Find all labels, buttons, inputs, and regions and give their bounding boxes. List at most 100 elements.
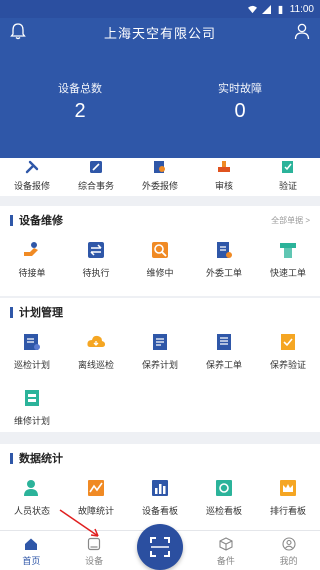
quick-item-review[interactable]: 审核 [192,158,256,196]
nav-spare-parts[interactable]: 备件 [195,531,258,570]
annotation-arrow-icon [59,509,99,537]
nav-profile[interactable]: 我的 [257,531,320,570]
section-header: 设备维修 全部单据 > [0,206,320,234]
section-plan-management: 计划管理 巡检计划 离线巡检 保养计划 保养工单 保养验证 维修计划 [0,298,320,432]
item-inspection-dashboard[interactable]: 巡检看板 [192,472,256,528]
quick-item-equipment-repair[interactable]: 设备报修 [0,158,64,196]
battery-icon [278,5,283,14]
section-equipment-repair: 设备维修 全部单据 > 待接单 待执行 维修中 外委工单 快速工单 [0,206,320,296]
maint-plan-icon [153,334,167,350]
section-header: 计划管理 [0,298,320,326]
clock: 11:00 [289,3,314,15]
profile-icon [282,537,296,551]
section-accent [10,214,13,226]
scan-icon [150,537,170,557]
all-documents-link[interactable]: 全部单据 > [271,215,310,226]
quick-ticket-icon [280,243,296,258]
scan-button[interactable] [137,524,183,570]
item-maintenance-ticket[interactable]: 保养工单 [192,326,256,382]
item-quick-ticket[interactable]: 快速工单 [256,234,320,290]
item-inspection-plan[interactable]: 巡检计划 [0,326,64,382]
quick-item-label: 设备报修 [13,181,50,191]
search-doc-icon [154,161,165,173]
section-title: 数据统计 [19,453,63,465]
item-label: 巡检计划 [13,360,50,370]
item-label: 离线巡检 [77,360,114,370]
section-title: 设备维修 [19,215,63,227]
item-pending-accept[interactable]: 待接单 [0,234,64,290]
stat-value: 0 [234,100,246,122]
outsource-doc-icon [217,242,232,258]
maint-ticket-icon [217,334,231,350]
item-repair-plan[interactable]: 维修计划 [0,382,64,438]
section-title: 计划管理 [19,307,63,319]
item-pending-execute[interactable]: 待执行 [64,234,128,290]
fault-chart-icon [88,480,104,496]
quick-item-label: 审核 [214,181,233,191]
item-outsourced-ticket[interactable]: 外委工单 [192,234,256,290]
nav-label: 备件 [216,556,235,566]
stamp-icon [218,161,230,172]
quick-actions: 设备报修 综合事务 外委报修 审核 验证 [0,158,320,196]
item-equipment-dashboard[interactable]: 设备看板 [128,472,192,528]
bar-chart-icon [152,480,168,496]
item-under-repair[interactable]: 维修中 [128,234,192,290]
nav-label: 设备 [85,556,104,566]
item-label: 巡检看板 [205,506,242,516]
item-label: 保养验证 [269,360,306,370]
item-label: 设备看板 [141,506,178,516]
section-accent [10,306,13,318]
wifi-icon [247,5,257,13]
stat-realtime-faults[interactable]: 实时故障 0 [170,80,310,123]
item-label: 维修计划 [13,416,50,426]
section-data-statistics: 数据统计 人员状态 故障统计 设备看板 巡检看板 排行看板 [0,444,320,530]
item-label: 保养计划 [141,360,178,370]
item-label: 快速工单 [269,268,306,278]
item-label: 排行看板 [269,506,306,516]
item-label: 外委工单 [205,268,242,278]
item-ranking-dashboard[interactable]: 排行看板 [256,472,320,528]
maint-verify-icon [281,334,295,350]
section-header: 数据统计 [0,444,320,472]
signal-icon [261,4,271,14]
person-icon [24,480,38,496]
quick-item-outsourced-repair[interactable]: 外委报修 [128,158,192,196]
inspect-plan-icon [24,334,40,350]
item-maintenance-verify[interactable]: 保养验证 [256,326,320,382]
repair-search-icon [152,242,168,258]
wrench-icon [25,160,39,174]
user-icon[interactable] [294,22,310,40]
check-doc-icon [282,161,293,173]
item-label: 待执行 [82,268,110,278]
hand-icon [24,242,38,256]
nav-label: 首页 [22,556,41,566]
quick-item-general-affairs[interactable]: 综合事务 [64,158,128,196]
quick-item-verify[interactable]: 验证 [256,158,320,196]
stat-value: 2 [74,100,86,122]
quick-item-label: 外委报修 [141,181,178,191]
nav-home[interactable]: 首页 [0,531,63,570]
item-personnel-status[interactable]: 人员状态 [0,472,64,528]
quick-item-label: 综合事务 [77,181,114,191]
nav-label: 我的 [279,556,298,566]
item-label: 人员状态 [13,506,50,516]
repair-plan-icon [25,390,39,406]
item-label: 维修中 [146,268,174,278]
item-label: 待接单 [18,268,46,278]
stat-label: 设备总数 [58,83,102,95]
quick-item-label: 验证 [278,181,297,191]
crown-icon [280,480,296,496]
item-label: 保养工单 [205,360,242,370]
status-bar: 11:00 [0,0,320,18]
box-icon [219,537,233,551]
stat-total-devices[interactable]: 设备总数 2 [10,80,150,123]
arrows-icon [88,242,104,258]
page-title: 上海天空有限公司 [103,26,216,41]
section-accent [10,452,13,464]
item-maintenance-plan[interactable]: 保养计划 [128,326,192,382]
pen-icon [90,161,102,173]
cloud-icon [87,335,106,347]
home-icon [25,538,38,550]
stat-label: 实时故障 [218,83,262,95]
item-offline-inspection[interactable]: 离线巡检 [64,326,128,382]
